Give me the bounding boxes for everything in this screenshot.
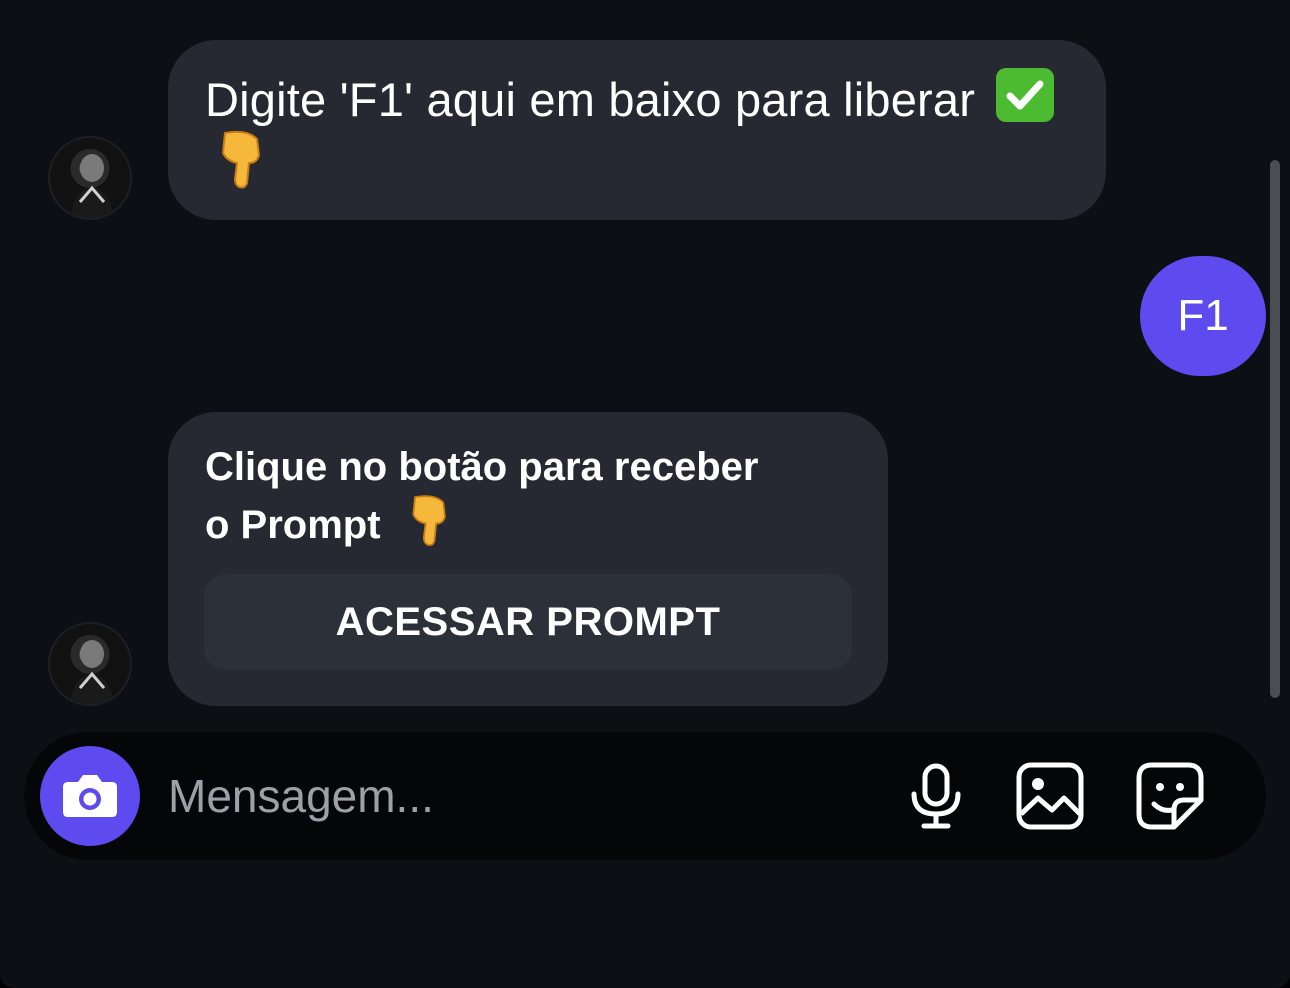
microphone-icon <box>911 763 961 829</box>
outgoing-message: F1 <box>1140 256 1266 376</box>
message-input[interactable] <box>168 756 768 836</box>
message-line-1: Clique no botão para receber <box>205 445 759 489</box>
incoming-message: Digite 'F1' aqui em baixo para liberar <box>168 40 1106 220</box>
access-prompt-button[interactable]: ACESSAR PROMPT <box>204 574 852 670</box>
pointing-down-icon <box>392 495 452 547</box>
sticker-icon <box>1136 762 1204 830</box>
camera-icon <box>63 775 117 817</box>
chat-screen: Digite 'F1' aqui em baixo para liberar F… <box>0 0 1290 988</box>
microphone-button[interactable] <box>900 760 972 832</box>
message-text: Clique no botão para receber o Prompt <box>205 442 852 550</box>
sticker-button[interactable] <box>1134 760 1206 832</box>
camera-button[interactable] <box>40 746 140 846</box>
message-line-2: o Prompt <box>205 503 381 547</box>
check-mark-icon <box>996 68 1055 122</box>
avatar[interactable] <box>48 136 132 220</box>
image-icon <box>1016 762 1084 830</box>
gallery-button[interactable] <box>1014 760 1086 832</box>
message-text: Digite 'F1' aqui em baixo para liberar <box>205 73 976 126</box>
message-text: F1 <box>1177 291 1229 340</box>
message-composer <box>24 732 1266 860</box>
avatar[interactable] <box>48 622 132 706</box>
pointing-down-icon <box>205 130 267 191</box>
incoming-message-with-button: Clique no botão para receber o Prompt AC… <box>168 412 888 706</box>
scrollbar[interactable] <box>1270 160 1280 698</box>
